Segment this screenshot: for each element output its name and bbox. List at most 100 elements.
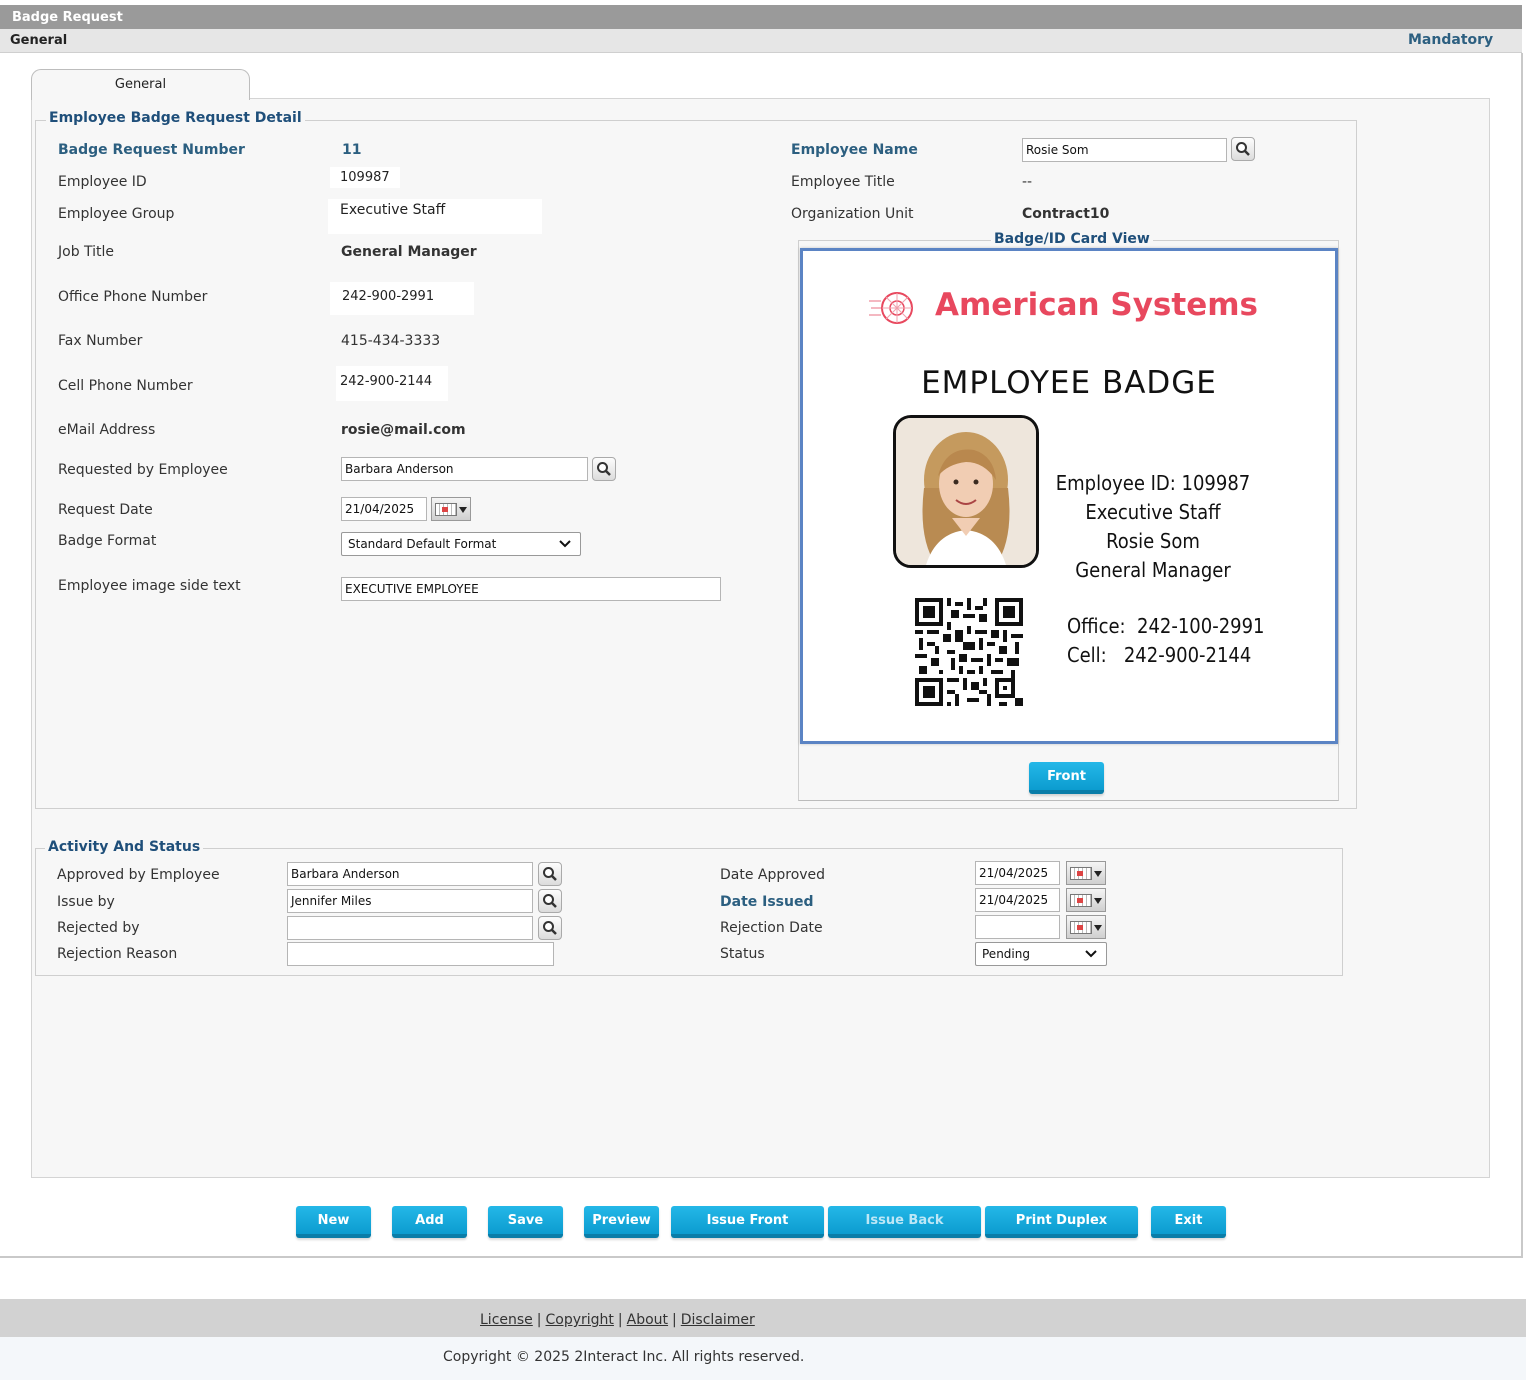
employee-id-label: Employee ID [58,174,147,190]
dropdown-arrow-icon [1094,898,1102,904]
person-photo-icon [896,418,1036,565]
date-issued-calendar-button[interactable] [1066,888,1106,912]
badge-format-select[interactable]: Standard Default Format [341,532,581,556]
request-date-label: Request Date [58,502,153,518]
company-logo-icon [869,292,913,324]
calendar-icon [1070,921,1092,934]
license-link[interactable]: License [480,1312,533,1328]
dropdown-arrow-icon [459,507,467,513]
office-phone-label: Office Phone Number [58,289,208,305]
date-approved-calendar-button[interactable] [1066,861,1106,885]
job-title: General Manager [341,244,477,260]
rejected-by-label: Rejected by [57,920,140,936]
status-select[interactable]: Pending [975,942,1107,966]
image-side-text-label: Employee image side text [58,578,241,594]
date-approved-label: Date Approved [720,867,826,883]
calendar-icon [1070,867,1092,880]
email-label: eMail Address [58,422,156,438]
card-line-employee-id: Employee ID: 109987 [1055,471,1251,495]
rejected-by-input[interactable] [287,916,533,940]
search-icon [543,867,557,881]
fax: 415-434-3333 [341,333,441,349]
tab-general[interactable]: General [31,69,250,100]
approved-by-label: Approved by Employee [57,867,220,883]
employee-name-search-button[interactable] [1231,137,1255,161]
copyright-link[interactable]: Copyright [546,1312,614,1328]
rejection-reason-label: Rejection Reason [57,946,178,962]
card-info-lines: Employee ID: 109987 Executive Staff Rosi… [1053,469,1253,585]
issue-by-input[interactable]: Jennifer Miles [287,889,533,913]
add-button[interactable]: Add [392,1206,467,1238]
rejection-reason-input[interactable] [287,942,554,966]
employee-name-label: Employee Name [791,142,918,158]
card-heading: EMPLOYEE BADGE [921,365,1217,401]
employee-id: 109987 [330,167,400,188]
card-company-name: American Systems [935,287,1258,323]
footer-links-bar: License | Copyright | About | Disclaimer [0,1299,1526,1337]
issue-by-search-button[interactable] [538,889,562,913]
new-button[interactable]: New [296,1206,371,1238]
search-icon [1236,142,1250,156]
employee-name-input[interactable]: Rosie Som [1022,138,1227,162]
rejected-by-search-button[interactable] [538,916,562,940]
rejection-date-calendar-button[interactable] [1066,915,1106,939]
chevron-down-icon [559,540,571,548]
card-line-title: General Manager [1075,558,1231,582]
disclaimer-link[interactable]: Disclaimer [681,1312,755,1328]
activity-fieldset [35,848,1343,976]
employee-title: -- [1022,174,1033,190]
preview-button[interactable]: Preview [584,1206,659,1238]
dropdown-arrow-icon [1094,871,1102,877]
about-link[interactable]: About [627,1312,668,1328]
qr-code [915,598,1023,706]
image-side-text-input[interactable]: EXECUTIVE EMPLOYEE [341,577,721,601]
status-value: Pending [982,947,1030,961]
org-unit-label: Organization Unit [791,206,914,222]
footer-copyright-bar: Copyright © 2025 2Interact Inc. All righ… [0,1337,1526,1380]
employee-title-label: Employee Title [791,174,895,190]
issue-back-button[interactable]: Issue Back [828,1206,981,1238]
section-title: General [10,33,68,48]
card-line-group: Executive Staff [1085,500,1221,524]
badge-request-number: 11 [342,142,362,158]
card-office-label: Office: [1067,614,1126,638]
email: rosie@mail.com [341,422,466,438]
front-button[interactable]: Front [1029,762,1104,794]
calendar-icon [435,503,457,516]
org-unit: Contract10 [1022,206,1110,222]
date-issued-input[interactable]: 21/04/2025 [975,888,1060,912]
requested-by-label: Requested by Employee [58,462,228,478]
dropdown-arrow-icon [1094,925,1102,931]
employee-photo [893,415,1039,568]
fax-label: Fax Number [58,333,143,349]
requested-by-search-button[interactable] [592,457,616,481]
badge-request-number-label: Badge Request Number [58,142,245,158]
card-view-legend: Badge/ID Card View [991,231,1153,247]
card-cell-phone: 242-900-2144 [1123,643,1252,667]
exit-button[interactable]: Exit [1151,1206,1226,1238]
badge-card: American Systems EMPLOYEE BADGE Employee… [800,248,1338,744]
badge-format-label: Badge Format [58,533,157,549]
date-issued-label: Date Issued [720,894,814,910]
search-icon [543,921,557,935]
print-duplex-button[interactable]: Print Duplex [985,1206,1138,1238]
chevron-down-icon [1085,950,1097,958]
date-approved-input[interactable]: 21/04/2025 [975,861,1060,885]
calendar-icon [1070,894,1092,907]
requested-by-input[interactable]: Barbara Anderson [341,457,588,481]
request-date-calendar-button[interactable] [431,497,471,521]
card-cell-label: Cell: [1067,643,1107,667]
activity-legend: Activity And Status [45,839,204,855]
cell-phone-label: Cell Phone Number [58,378,193,394]
employee-group: Executive Staff [328,199,542,234]
office-phone: 242-900-2991 [330,282,474,315]
copyright-text: Copyright © 2025 2Interact Inc. All righ… [443,1349,805,1365]
issue-front-button[interactable]: Issue Front [671,1206,824,1238]
rejection-date-input[interactable] [975,915,1060,939]
approved-by-search-button[interactable] [538,862,562,886]
approved-by-input[interactable]: Barbara Anderson [287,862,533,886]
job-title-label: Job Title [58,244,115,260]
save-button[interactable]: Save [488,1206,563,1238]
request-date-input[interactable]: 21/04/2025 [341,497,427,521]
qr-code-icon [915,598,1023,706]
